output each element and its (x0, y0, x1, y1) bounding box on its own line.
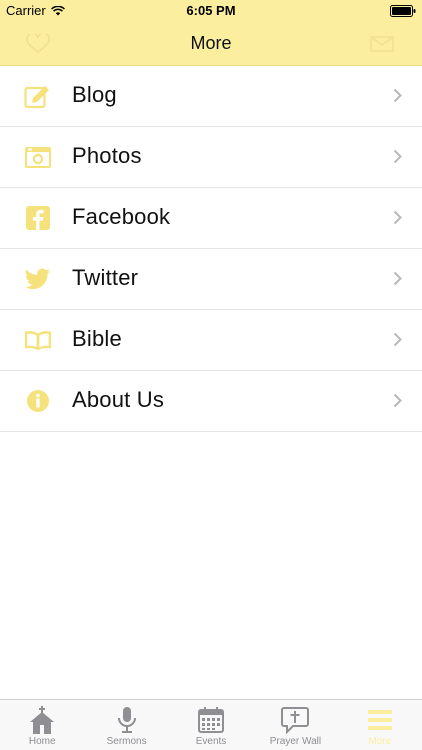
microphone-icon (116, 706, 138, 734)
menu-item-label: Blog (72, 82, 117, 107)
church-icon (28, 706, 56, 734)
nav-bar: More (0, 22, 422, 66)
info-icon (24, 387, 52, 415)
twitter-icon (24, 265, 52, 293)
menu-item-twitter[interactable]: Twitter (0, 249, 422, 310)
menu-item-label: Photos (72, 143, 142, 168)
chevron-right-icon (393, 210, 402, 225)
status-bar: Carrier 6:05 PM (0, 0, 422, 22)
menu-list: Blog Photos Facebook Twitter Bible About… (0, 66, 422, 432)
chevron-right-icon (393, 88, 402, 103)
menu-item-label: Twitter (72, 265, 139, 290)
tab-bar: Home Sermons Events Prayer Wall More (0, 699, 422, 750)
tab-label: Events (195, 736, 227, 747)
menu-item-facebook[interactable]: Facebook (0, 188, 422, 249)
tab-prayer-wall[interactable]: Prayer Wall (253, 700, 337, 750)
tab-sermons[interactable]: Sermons (84, 700, 168, 750)
chevron-right-icon (393, 332, 402, 347)
chevron-right-icon (393, 271, 402, 286)
camera-icon (24, 143, 52, 171)
status-time: 6:05 PM (186, 3, 236, 18)
menu-item-bible[interactable]: Bible (0, 310, 422, 371)
facebook-icon (24, 204, 52, 232)
page-title: More (190, 33, 232, 53)
prayer-icon (281, 706, 310, 734)
tab-events[interactable]: Events (169, 700, 253, 750)
chevron-right-icon (393, 149, 402, 164)
menu-item-label: About Us (72, 387, 165, 412)
calendar-icon (198, 706, 225, 734)
menu-item-label: Facebook (72, 204, 171, 229)
menu-item-label: Bible (72, 326, 122, 351)
mail-icon[interactable] (370, 36, 394, 52)
edit-icon (24, 82, 52, 110)
chevron-right-icon (393, 393, 402, 408)
menu-item-blog[interactable]: Blog (0, 66, 422, 127)
tab-label: Sermons (106, 736, 147, 747)
tab-label: Home (28, 736, 56, 747)
tab-more[interactable]: More (338, 700, 422, 750)
menu-icon (367, 706, 393, 734)
tab-label: Prayer Wall (269, 736, 322, 747)
battery-icon (390, 5, 416, 17)
tab-label: More (368, 736, 392, 747)
book-icon (24, 326, 52, 354)
menu-item-about-us[interactable]: About Us (0, 371, 422, 432)
tab-home[interactable]: Home (0, 700, 84, 750)
menu-item-photos[interactable]: Photos (0, 127, 422, 188)
